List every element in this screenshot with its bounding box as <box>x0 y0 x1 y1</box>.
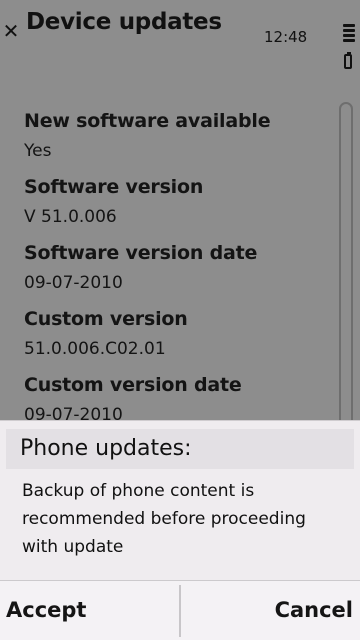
signal-strength-icon <box>343 24 355 44</box>
close-icon[interactable]: ✕ <box>0 18 22 44</box>
signal-bar <box>343 29 355 32</box>
list-item: Software version V 51.0.006 <box>24 172 334 238</box>
accept-button[interactable]: Accept <box>0 581 179 640</box>
list-item: Custom version 51.0.006.C02.01 <box>24 304 334 370</box>
list-item: New software available Yes <box>24 106 334 172</box>
field-label: Custom version <box>24 308 188 330</box>
field-label: Software version <box>24 176 204 198</box>
softkey-bar: Accept Cancel <box>0 580 360 640</box>
dialog-message: Backup of phone content is recommended b… <box>22 481 306 557</box>
dialog-title: Phone updates: <box>6 429 354 469</box>
clock: 12:48 <box>264 28 308 46</box>
page-title: Device updates <box>26 9 222 35</box>
field-value: Yes <box>24 141 52 161</box>
cancel-button[interactable]: Cancel <box>181 581 360 640</box>
phone-updates-dialog: Phone updates: Backup of phone content i… <box>0 420 360 580</box>
signal-bar <box>343 24 355 27</box>
update-details-list: New software available Yes Software vers… <box>24 106 334 436</box>
field-label: Software version date <box>24 242 258 264</box>
list-item: Software version date 09-07-2010 <box>24 238 334 304</box>
field-label: Custom version date <box>24 374 242 396</box>
battery-icon <box>344 52 352 69</box>
scrollbar[interactable] <box>339 102 353 432</box>
field-value: 51.0.006.C02.01 <box>24 339 166 359</box>
signal-bar <box>343 34 355 37</box>
field-value: V 51.0.006 <box>24 207 117 227</box>
signal-bar <box>343 39 355 42</box>
field-label: New software available <box>24 110 271 132</box>
field-value: 09-07-2010 <box>24 273 123 293</box>
device-updates-screen: ✕ Device updates 12:48 New software avai… <box>0 0 360 640</box>
title-bar: ✕ Device updates 12:48 <box>0 0 360 69</box>
